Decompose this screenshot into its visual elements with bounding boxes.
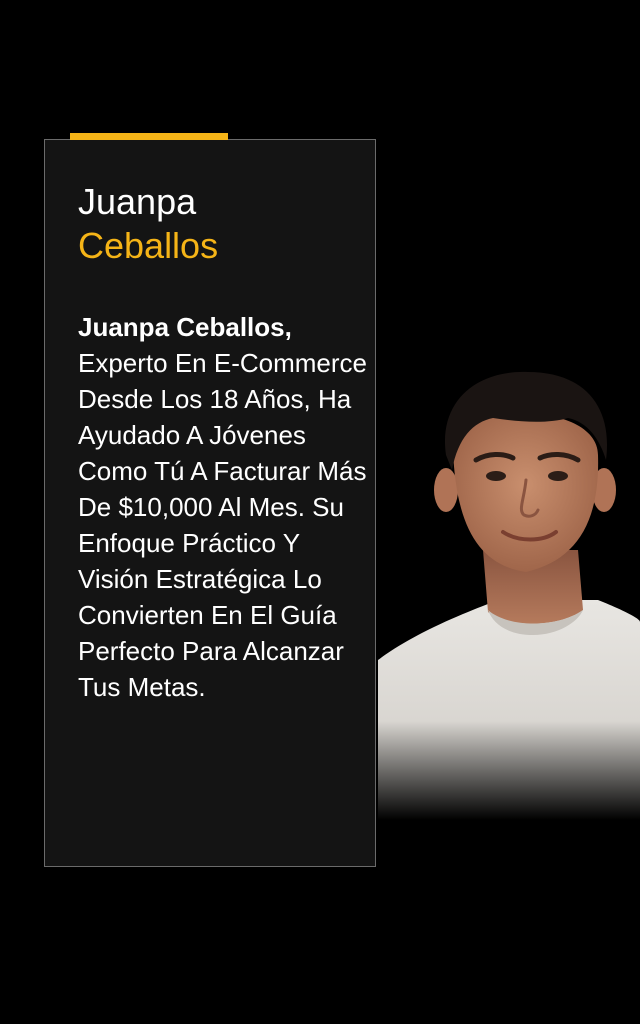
profile-name: Juanpa Ceballos: [78, 180, 218, 268]
first-name: Juanpa: [78, 181, 197, 222]
bio-name: Juanpa Ceballos,: [78, 312, 292, 342]
last-name: Ceballos: [78, 225, 219, 266]
bio-card: Juanpa Ceballos Juanpa Ceballos, Experto…: [44, 139, 376, 867]
profile-photo: [378, 360, 640, 820]
bio-description: Experto En E-Commerce Desde Los 18 Años,…: [78, 348, 367, 702]
page: Juanpa Ceballos Juanpa Ceballos, Experto…: [0, 0, 640, 1024]
accent-bar: [70, 133, 228, 140]
bio-text: Juanpa Ceballos, Experto En E-Commerce D…: [78, 309, 370, 705]
